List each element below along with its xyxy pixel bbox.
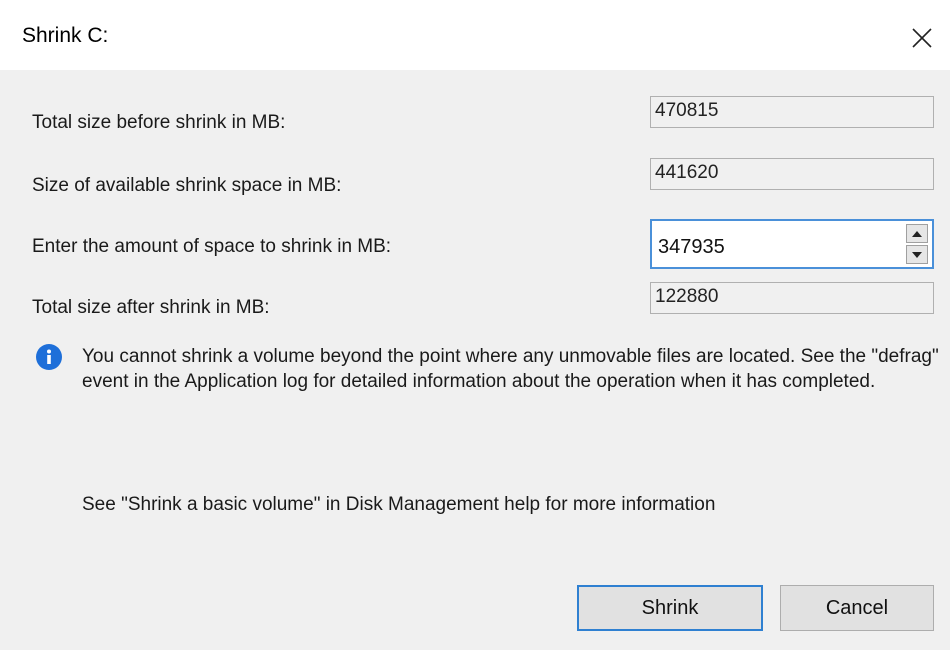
cancel-button[interactable]: Cancel bbox=[780, 585, 934, 631]
available-space-value: 441620 bbox=[650, 158, 934, 190]
title-bar: Shrink C: bbox=[0, 0, 950, 70]
help-text: See "Shrink a basic volume" in Disk Mana… bbox=[82, 494, 716, 515]
close-icon bbox=[912, 28, 932, 48]
shrink-amount-stepper[interactable] bbox=[650, 219, 934, 269]
shrink-button[interactable]: Shrink bbox=[577, 585, 763, 631]
triangle-up-icon bbox=[912, 230, 922, 237]
info-message: You cannot shrink a volume beyond the po… bbox=[82, 346, 939, 392]
total-before-label: Total size before shrink in MB: bbox=[32, 112, 286, 133]
triangle-down-icon bbox=[912, 251, 922, 258]
shrink-amount-label: Enter the amount of space to shrink in M… bbox=[32, 236, 392, 257]
shrink-amount-input[interactable] bbox=[652, 221, 896, 267]
available-space-label: Size of available shrink space in MB: bbox=[32, 175, 342, 196]
spin-down-button[interactable] bbox=[906, 245, 928, 264]
spin-buttons bbox=[906, 224, 928, 264]
dialog-body: Total size before shrink in MB: 470815 S… bbox=[0, 70, 950, 650]
total-before-value: 470815 bbox=[650, 96, 934, 128]
total-after-value: 122880 bbox=[650, 282, 934, 314]
info-icon bbox=[36, 344, 62, 370]
dialog-title: Shrink C: bbox=[22, 24, 109, 47]
spin-up-button[interactable] bbox=[906, 224, 928, 243]
shrink-dialog: Shrink C: Total size before shrink in MB… bbox=[0, 0, 950, 650]
close-button[interactable] bbox=[902, 20, 942, 56]
total-after-label: Total size after shrink in MB: bbox=[32, 297, 270, 318]
